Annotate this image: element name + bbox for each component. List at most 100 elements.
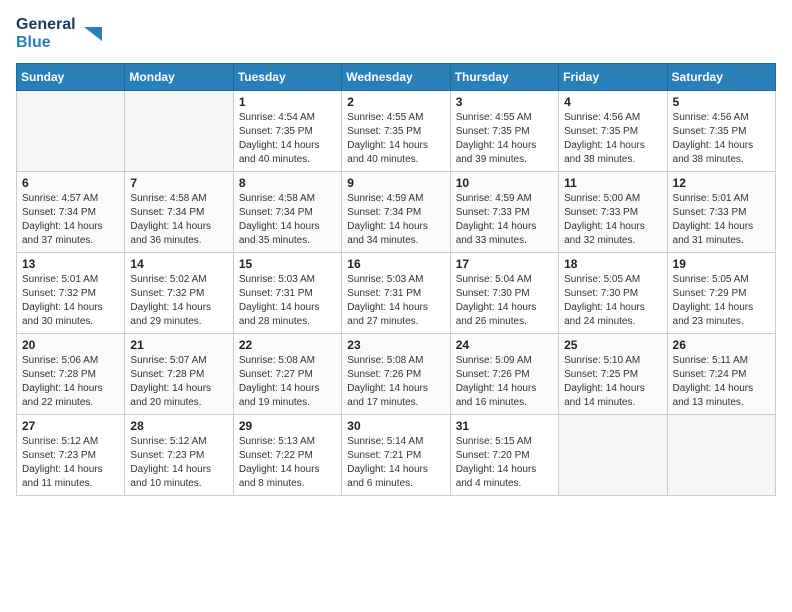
day-number: 26 (673, 338, 770, 352)
day-number: 14 (130, 257, 227, 271)
day-number: 15 (239, 257, 336, 271)
day-info: Sunrise: 5:07 AMSunset: 7:28 PMDaylight:… (130, 354, 227, 410)
day-number: 22 (239, 338, 336, 352)
calendar-cell: 17 Sunrise: 5:04 AMSunset: 7:30 PMDayligh… (450, 253, 558, 334)
logo: General Blue (16, 16, 102, 51)
calendar-cell: 27 Sunrise: 5:12 AMSunset: 7:23 PMDayligh… (17, 415, 125, 496)
logo-text: General Blue (16, 16, 76, 51)
calendar-cell: 12Sunrise: 5:01 AMSunset: 7:33 PMDayligh… (667, 172, 775, 253)
day-number: 13 (22, 257, 119, 271)
calendar-cell: 7 Sunrise: 4:58 AMSunset: 7:34 PMDaylight… (125, 172, 233, 253)
day-number: 23 (347, 338, 444, 352)
day-number: 28 (130, 419, 227, 433)
day-info: Sunrise: 5:11 AMSunset: 7:24 PMDaylight:… (673, 354, 770, 410)
weekday-header-saturday: Saturday (667, 64, 775, 91)
day-number: 6 (22, 176, 119, 190)
day-number: 16 (347, 257, 444, 271)
day-number: 19 (673, 257, 770, 271)
day-info: Sunrise: 5:00 AMSunset: 7:33 PMDaylight:… (564, 192, 661, 248)
calendar-cell: 16 Sunrise: 5:03 AMSunset: 7:31 PMDayligh… (342, 253, 450, 334)
day-info: Sunrise: 5:06 AMSunset: 7:28 PMDaylight:… (22, 354, 119, 410)
calendar-cell: 30 Sunrise: 5:14 AMSunset: 7:21 PMDayligh… (342, 415, 450, 496)
day-number: 1 (239, 95, 336, 109)
calendar-cell: 21 Sunrise: 5:07 AMSunset: 7:28 PMDayligh… (125, 334, 233, 415)
day-info: Sunrise: 4:54 AMSunset: 7:35 PMDaylight:… (239, 111, 336, 167)
day-info: Sunrise: 5:01 AMSunset: 7:32 PMDaylight:… (22, 273, 119, 329)
day-info: Sunrise: 5:12 AMSunset: 7:23 PMDaylight:… (22, 435, 119, 491)
day-info: Sunrise: 5:15 AMSunset: 7:20 PMDaylight:… (456, 435, 553, 491)
calendar-cell: 10 Sunrise: 4:59 AMSunset: 7:33 PMDayligh… (450, 172, 558, 253)
calendar-cell: 11 Sunrise: 5:00 AMSunset: 7:33 PMDayligh… (559, 172, 667, 253)
day-info: Sunrise: 5:09 AMSunset: 7:26 PMDaylight:… (456, 354, 553, 410)
day-info: Sunrise: 5:12 AMSunset: 7:23 PMDaylight:… (130, 435, 227, 491)
calendar-cell: 23 Sunrise: 5:08 AMSunset: 7:26 PMDayligh… (342, 334, 450, 415)
day-info: Sunrise: 5:08 AMSunset: 7:26 PMDaylight:… (347, 354, 444, 410)
day-number: 11 (564, 176, 661, 190)
calendar-cell: 31 Sunrise: 5:15 AMSunset: 7:20 PMDayligh… (450, 415, 558, 496)
calendar-cell: 22 Sunrise: 5:08 AMSunset: 7:27 PMDayligh… (233, 334, 341, 415)
day-number: 24 (456, 338, 553, 352)
calendar-cell (17, 91, 125, 172)
day-info: Sunrise: 5:14 AMSunset: 7:21 PMDaylight:… (347, 435, 444, 491)
calendar-cell: 8 Sunrise: 4:58 AMSunset: 7:34 PMDaylight… (233, 172, 341, 253)
calendar-cell: 14 Sunrise: 5:02 AMSunset: 7:32 PMDayligh… (125, 253, 233, 334)
day-info: Sunrise: 4:55 AMSunset: 7:35 PMDaylight:… (456, 111, 553, 167)
day-number: 8 (239, 176, 336, 190)
calendar-cell: 15 Sunrise: 5:03 AMSunset: 7:31 PMDayligh… (233, 253, 341, 334)
day-number: 20 (22, 338, 119, 352)
calendar-cell: 25 Sunrise: 5:10 AMSunset: 7:25 PMDayligh… (559, 334, 667, 415)
day-number: 9 (347, 176, 444, 190)
day-number: 5 (673, 95, 770, 109)
calendar-cell: 4Sunrise: 4:56 AMSunset: 7:35 PMDaylight… (559, 91, 667, 172)
calendar-cell (667, 415, 775, 496)
calendar-cell: 18 Sunrise: 5:05 AMSunset: 7:30 PMDayligh… (559, 253, 667, 334)
calendar-table: SundayMondayTuesdayWednesdayThursdayFrid… (16, 63, 776, 496)
calendar-cell: 1 Sunrise: 4:54 AMSunset: 7:35 PMDaylight… (233, 91, 341, 172)
calendar-cell: 2Sunrise: 4:55 AMSunset: 7:35 PMDaylight… (342, 91, 450, 172)
calendar-cell (559, 415, 667, 496)
weekday-header-sunday: Sunday (17, 64, 125, 91)
day-info: Sunrise: 4:59 AMSunset: 7:34 PMDaylight:… (347, 192, 444, 248)
page-header: General Blue (16, 16, 776, 51)
day-number: 7 (130, 176, 227, 190)
weekday-header-wednesday: Wednesday (342, 64, 450, 91)
day-info: Sunrise: 5:03 AMSunset: 7:31 PMDaylight:… (239, 273, 336, 329)
day-info: Sunrise: 4:58 AMSunset: 7:34 PMDaylight:… (130, 192, 227, 248)
weekday-header-friday: Friday (559, 64, 667, 91)
weekday-header-tuesday: Tuesday (233, 64, 341, 91)
day-info: Sunrise: 5:05 AMSunset: 7:29 PMDaylight:… (673, 273, 770, 329)
day-number: 10 (456, 176, 553, 190)
weekday-header-thursday: Thursday (450, 64, 558, 91)
day-info: Sunrise: 5:08 AMSunset: 7:27 PMDaylight:… (239, 354, 336, 410)
day-number: 17 (456, 257, 553, 271)
calendar-cell: 29Sunrise: 5:13 AMSunset: 7:22 PMDayligh… (233, 415, 341, 496)
day-number: 31 (456, 419, 553, 433)
calendar-cell: 5Sunrise: 4:56 AMSunset: 7:35 PMDaylight… (667, 91, 775, 172)
day-number: 18 (564, 257, 661, 271)
day-info: Sunrise: 5:02 AMSunset: 7:32 PMDaylight:… (130, 273, 227, 329)
day-number: 21 (130, 338, 227, 352)
calendar-cell: 20 Sunrise: 5:06 AMSunset: 7:28 PMDayligh… (17, 334, 125, 415)
calendar-cell: 9 Sunrise: 4:59 AMSunset: 7:34 PMDaylight… (342, 172, 450, 253)
calendar-cell: 28 Sunrise: 5:12 AMSunset: 7:23 PMDayligh… (125, 415, 233, 496)
day-info: Sunrise: 5:10 AMSunset: 7:25 PMDaylight:… (564, 354, 661, 410)
day-info: Sunrise: 4:55 AMSunset: 7:35 PMDaylight:… (347, 111, 444, 167)
day-number: 4 (564, 95, 661, 109)
calendar-cell: 6 Sunrise: 4:57 AMSunset: 7:34 PMDaylight… (17, 172, 125, 253)
day-number: 3 (456, 95, 553, 109)
day-info: Sunrise: 4:59 AMSunset: 7:33 PMDaylight:… (456, 192, 553, 248)
day-info: Sunrise: 4:57 AMSunset: 7:34 PMDaylight:… (22, 192, 119, 248)
calendar-cell: 24 Sunrise: 5:09 AMSunset: 7:26 PMDayligh… (450, 334, 558, 415)
day-info: Sunrise: 5:04 AMSunset: 7:30 PMDaylight:… (456, 273, 553, 329)
calendar-cell: 13 Sunrise: 5:01 AMSunset: 7:32 PMDayligh… (17, 253, 125, 334)
day-info: Sunrise: 4:58 AMSunset: 7:34 PMDaylight:… (239, 192, 336, 248)
day-info: Sunrise: 5:13 AMSunset: 7:22 PMDaylight:… (239, 435, 336, 491)
day-info: Sunrise: 5:05 AMSunset: 7:30 PMDaylight:… (564, 273, 661, 329)
logo-triangle-icon (80, 23, 102, 45)
day-info: Sunrise: 5:03 AMSunset: 7:31 PMDaylight:… (347, 273, 444, 329)
day-number: 30 (347, 419, 444, 433)
calendar-cell: 19 Sunrise: 5:05 AMSunset: 7:29 PMDayligh… (667, 253, 775, 334)
day-number: 27 (22, 419, 119, 433)
calendar-cell (125, 91, 233, 172)
day-number: 25 (564, 338, 661, 352)
